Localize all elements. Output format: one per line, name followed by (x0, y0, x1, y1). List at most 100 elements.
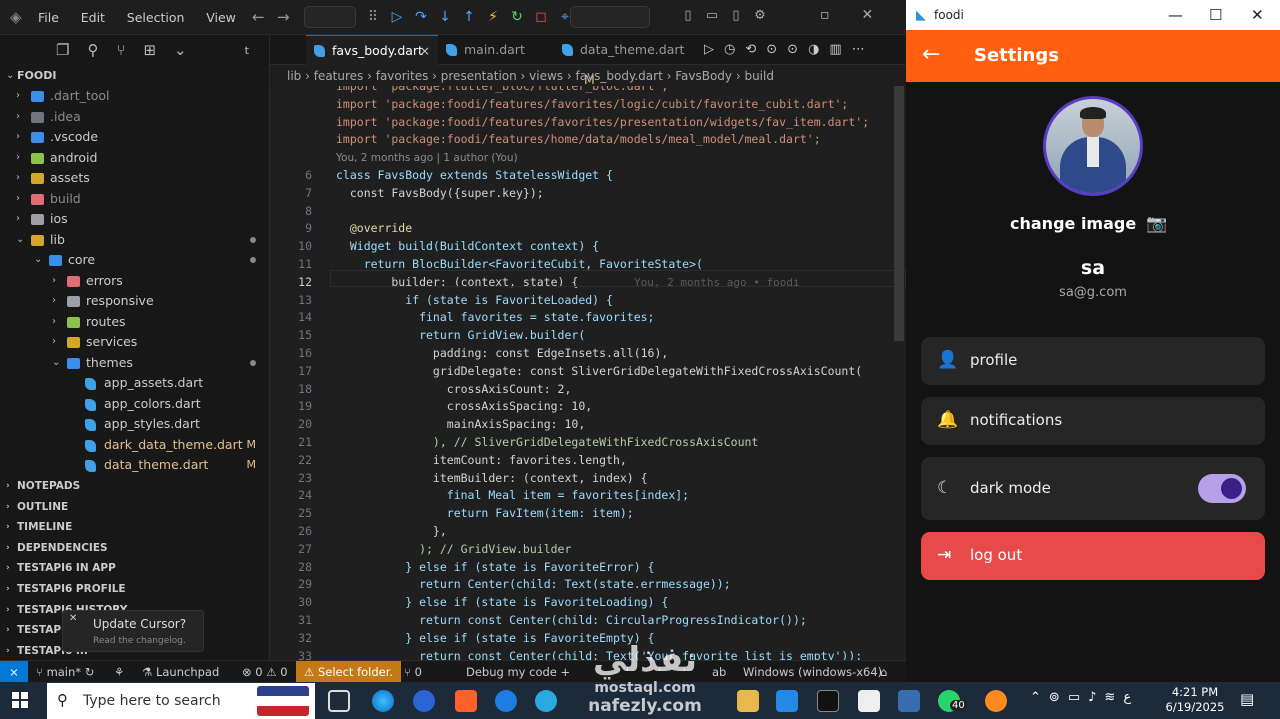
extensions-icon[interactable]: ⊞ (143, 41, 156, 59)
code-line[interactable]: return Center(child: Text(state.errmessa… (336, 577, 731, 591)
editor-scrollbar[interactable] (894, 86, 904, 341)
task-view-icon[interactable] (328, 690, 350, 712)
section-header[interactable]: › NOTEPADS (0, 476, 270, 496)
app-icon-a[interactable] (413, 690, 435, 712)
hot-reload-icon[interactable]: ⚡ (484, 9, 502, 25)
cursor-taskbar-icon[interactable] (858, 690, 880, 712)
whatsapp-icon[interactable]: 40 (938, 690, 967, 712)
file-item[interactable]: data_theme.dart M (0, 455, 270, 475)
code-line[interactable]: crossAxisSpacing: 10, (336, 399, 592, 413)
file-item[interactable]: app_assets.dart (0, 373, 270, 393)
codelens-blame[interactable]: You, 2 months ago | 1 author (You) (336, 152, 518, 164)
tab-favs-body[interactable]: favs_body.dart × (306, 35, 438, 65)
folder-item[interactable]: › assets (0, 168, 270, 188)
select-folder-warning[interactable]: ⚠ Select folder. (296, 661, 402, 683)
tab-close-icon[interactable]: × (420, 36, 430, 66)
file-explorer-icon[interactable] (737, 690, 759, 712)
code-line[interactable]: class FavsBody extends StatelessWidget { (336, 168, 613, 182)
folder-item[interactable]: › services (0, 332, 270, 352)
continue-icon[interactable]: ▷ (388, 9, 406, 25)
folder-item[interactable]: › routes (0, 312, 270, 332)
pin-icon[interactable]: t (245, 44, 249, 57)
folder-item[interactable]: › .idea (0, 107, 270, 127)
remote-icon[interactable]: ⨯ (0, 661, 28, 683)
folder-item[interactable]: › .vscode (0, 127, 270, 147)
camera-add-icon[interactable]: 📷 (1146, 214, 1168, 234)
folder-item[interactable]: › android (0, 148, 270, 168)
code-line[interactable]: final Meal item = favorites[index]; (336, 488, 689, 502)
flutter-device[interactable]: Windows (windows-x64) (743, 661, 882, 683)
code-line[interactable]: }, (336, 524, 447, 538)
chevron-down-icon[interactable]: ⌄ (174, 41, 187, 59)
toggle-secondary-sidebar-icon[interactable]: ▯ (728, 8, 744, 23)
settings-gear-icon[interactable]: ⚙ (752, 8, 768, 23)
telegram-icon[interactable] (535, 690, 557, 712)
taskbar-search[interactable]: ⚲ Type here to search (47, 683, 315, 719)
folder-item[interactable]: › .dart_tool (0, 86, 270, 106)
toggle-panel-icon[interactable]: ▭ (704, 8, 720, 23)
next-change-icon[interactable]: ⊙ (787, 42, 798, 57)
code-editor[interactable]: import 'package:flutter_bloc/flutter_blo… (270, 86, 906, 660)
code-line[interactable]: return GridView.builder( (336, 328, 585, 342)
flutter-taskbar-icon[interactable] (898, 690, 920, 712)
terminal-icon[interactable] (817, 690, 839, 712)
command-center[interactable] (304, 6, 356, 28)
menu-view[interactable]: View (206, 10, 236, 25)
file-item[interactable]: app_styles.dart (0, 414, 270, 434)
folder-item[interactable]: › responsive (0, 291, 270, 311)
code-line[interactable]: ), // SliverGridDelegateWithFixedCrossAx… (336, 435, 758, 449)
code-line[interactable]: const FavsBody({super.key}); (336, 186, 544, 200)
code-line[interactable]: crossAxisCount: 2, (336, 382, 572, 396)
tab-data-theme[interactable]: data_theme.dart M (554, 35, 694, 87)
code-line[interactable]: ); // GridView.builder (336, 542, 571, 556)
run-icon[interactable]: ▷ (704, 42, 714, 57)
close-window-icon[interactable]: ✕ (862, 7, 874, 23)
stop-icon[interactable]: ◻ (532, 9, 550, 25)
code-line[interactable]: Widget build(BuildContext context) { (336, 239, 599, 253)
tab-main[interactable]: main.dart (438, 35, 550, 65)
section-header[interactable]: › OUTLINE (0, 497, 270, 517)
breadcrumb[interactable]: lib › features › favorites › presentatio… (270, 66, 906, 86)
code-line[interactable]: import 'package:foodi/features/favorites… (336, 115, 869, 129)
step-into-icon[interactable]: ↓ (436, 9, 454, 25)
folder-item[interactable]: ⌄ core (0, 250, 270, 270)
code-line[interactable]: gridDelegate: const SliverGridDelegateWi… (336, 364, 862, 378)
drag-handle-icon[interactable]: ⠿ (364, 9, 382, 25)
history-icon[interactable]: ◷ (724, 42, 735, 57)
tray-icon[interactable]: ⊚ (1049, 690, 1060, 705)
avatar[interactable] (1043, 96, 1143, 196)
search-icon[interactable]: ⚲ (87, 41, 98, 59)
toggle-sidebar-icon[interactable]: ▯ (680, 8, 696, 23)
code-line[interactable]: final favorites = state.favorites; (336, 310, 654, 324)
firefox-icon[interactable] (985, 690, 1007, 712)
notifications-bell-icon[interactable]: ⌂ (880, 661, 887, 683)
files-icon[interactable]: ❐ (56, 41, 69, 59)
launchpad-button[interactable]: ⚗ Launchpad (142, 661, 219, 683)
forward-arrow-icon[interactable]: → (277, 8, 290, 26)
change-image-label[interactable]: change image (1010, 214, 1136, 233)
wifi-icon[interactable]: ≋ (1104, 690, 1115, 705)
dark-mode-toggle[interactable] (1198, 474, 1246, 503)
brave-icon[interactable] (455, 690, 477, 712)
compare-icon[interactable]: ⟲ (745, 42, 756, 57)
code-line[interactable]: itemCount: favorites.length, (336, 453, 627, 467)
menu-file[interactable]: File (38, 10, 59, 25)
folder-item[interactable]: ⌄ themes (0, 353, 270, 373)
folder-item[interactable]: › build (0, 189, 270, 209)
minimize-icon[interactable]: — (1168, 6, 1183, 24)
step-out-icon[interactable]: ↑ (460, 9, 478, 25)
language-indicator[interactable]: ع (1123, 690, 1131, 705)
code-line[interactable]: return FavItem(item: item); (336, 506, 634, 520)
close-app-icon[interactable]: ✕ (1251, 6, 1264, 24)
code-line[interactable]: if (state is FavoriteLoaded) { (336, 293, 613, 307)
debug-mode[interactable]: Debug my code + (466, 661, 570, 683)
problems-count[interactable]: ⊗ 0 ⚠ 0 (242, 661, 288, 683)
menu-selection[interactable]: Selection (127, 10, 185, 25)
code-line[interactable]: padding: const EdgeInsets.all(16), (336, 346, 668, 360)
prev-change-icon[interactable]: ⊙ (766, 42, 777, 57)
file-item[interactable]: app_colors.dart (0, 394, 270, 414)
section-header[interactable]: › DEPENDENCIES (0, 538, 270, 558)
update-toast[interactable]: ✕ Update Cursor? Read the changelog. (62, 610, 204, 652)
volume-icon[interactable]: ♪ (1088, 690, 1096, 705)
toast-subtitle[interactable]: Read the changelog. (93, 636, 186, 646)
